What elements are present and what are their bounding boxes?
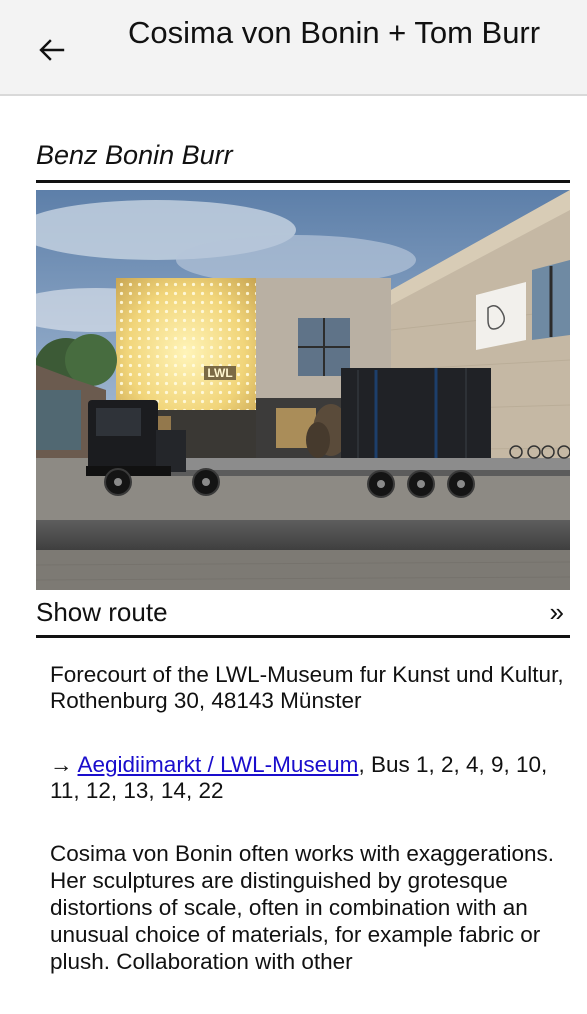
divider-bottom <box>36 635 570 638</box>
page-title: Cosima von Bonin + Tom Burr <box>128 15 541 50</box>
show-route-button[interactable]: Show route » <box>36 592 570 632</box>
divider-top <box>36 180 570 183</box>
work-title: Benz Bonin Burr <box>36 140 233 170</box>
lwl-sign: LWL <box>207 366 232 380</box>
artwork-photo-image: LWL <box>36 190 570 590</box>
stop-link[interactable]: Aegidiimarkt / LWL-Museum <box>78 752 359 777</box>
transit-info: → Aegidiimarkt / LWL-Museum, Bus 1, 2, 4… <box>50 752 570 804</box>
description-text: Cosima von Bonin often works with exagge… <box>50 841 555 974</box>
transit-arrow: → <box>50 752 73 777</box>
arrow-left-icon <box>39 39 65 61</box>
artwork-photo[interactable]: LWL <box>36 190 570 590</box>
double-chevron-right-icon: » <box>549 597 564 627</box>
app-bar: Cosima von Bonin + Tom Burr <box>0 0 587 96</box>
show-route-label: Show route <box>36 597 168 627</box>
address-text: Forecourt of the LWL-Museum fur Kunst un… <box>50 662 564 713</box>
back-button[interactable] <box>30 28 74 72</box>
